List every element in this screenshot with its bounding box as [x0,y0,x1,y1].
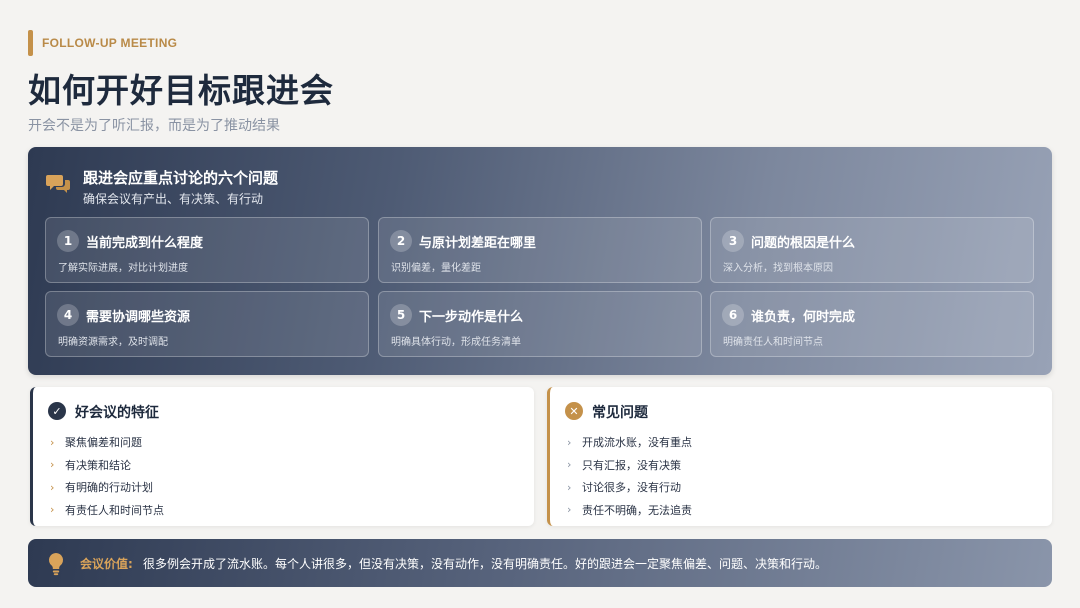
eyebrow: FOLLOW-UP MEETING [28,30,177,56]
question-title: 下一步动作是什么 [419,310,524,325]
question-desc: 了解实际进展，对比计划进度 [58,263,188,274]
list-item: › 有明确的行动计划 [50,480,153,495]
chevron-right-icon: › [567,480,572,494]
chevron-right-icon: › [50,503,55,517]
chevron-right-icon: › [567,435,572,449]
eyebrow-text: FOLLOW-UP MEETING [42,36,178,50]
question-card: 5 下一步动作是什么 明确具体行动，形成任务清单 [378,291,702,357]
question-number: 5 [390,304,412,326]
common-problems-title: 常见问题 [592,405,648,421]
question-card: 4 需要协调哪些资源 明确资源需求，及时调配 [45,291,369,357]
page-title: 如何开好目标跟进会 [28,71,334,110]
good-meeting-box: ✓ 好会议的特征 › 聚焦偏差和问题 › 有决策和结论 › 有明确的行动计划 › 有责任… [30,387,534,526]
question-number: 2 [390,230,412,252]
chevron-right-icon: › [50,458,55,472]
list-item: › 有责任人和时间节点 [50,503,164,517]
question-title: 当前完成到什么程度 [86,236,204,251]
meeting-value-text: 很多例会开成了流水账。每个人讲很多，但没有决策，没有动作，没有明确责任。好的跟进… [143,557,828,571]
chevron-right-icon: › [567,458,572,472]
question-card: 3 问题的根因是什么 深入分析，找到根本原因 [710,217,1034,283]
chat-bubbles-icon [46,175,70,193]
question-number: 1 [57,230,79,252]
list-item: › 讨论很多，没有行动 [567,480,681,495]
common-problems-list: › 开成流水账，没有重点 › 只有汇报，没有决策 › 讨论很多，没有行动 › 责任不明确… [567,431,692,521]
list-item: › 聚焦偏差和问题 [50,435,142,450]
panel-title: 跟进会应重点讨论的六个问题 [83,169,279,187]
chevron-right-icon: › [567,503,572,517]
meeting-value-label: 会议价值: [80,557,133,571]
chevron-right-icon: › [50,435,55,449]
question-number: 4 [57,304,79,326]
chevron-right-icon: › [50,480,55,494]
accent-bar [28,30,33,56]
question-title: 谁负责，何时完成 [751,310,856,325]
question-card: 1 当前完成到什么程度 了解实际进展，对比计划进度 [45,217,369,283]
question-card: 6 谁负责，何时完成 明确责任人和时间节点 [710,291,1034,357]
meeting-value-banner: 会议价值: 很多例会开成了流水账。每个人讲很多，但没有决策，没有动作，没有明确责… [28,539,1052,587]
list-item: › 只有汇报，没有决策 [567,458,681,472]
panel-subtitle: 确保会议有产出、有决策、有行动 [83,192,264,206]
question-title: 与原计划差距在哪里 [419,236,537,251]
list-item: › 开成流水账，没有重点 [567,435,692,450]
question-title: 需要协调哪些资源 [86,310,191,325]
question-card: 2 与原计划差距在哪里 识别偏差，量化差距 [378,217,702,283]
question-desc: 识别偏差，量化差距 [391,263,481,274]
list-item: › 有决策和结论 [50,458,131,472]
question-desc: 明确责任人和时间节点 [723,337,823,348]
six-questions-panel: 跟进会应重点讨论的六个问题 确保会议有产出、有决策、有行动 1 当前完成到什么程… [28,147,1052,375]
question-number: 6 [722,304,744,326]
question-desc: 深入分析，找到根本原因 [723,263,833,274]
check-circle-icon: ✓ [48,402,66,420]
list-item: › 责任不明确，无法追责 [567,503,692,517]
common-problems-box: ✕ 常见问题 › 开成流水账，没有重点 › 只有汇报，没有决策 › 讨论很多，没有行动… [547,387,1052,526]
question-desc: 明确资源需求，及时调配 [58,337,168,348]
x-circle-icon: ✕ [565,402,583,420]
question-desc: 明确具体行动，形成任务清单 [391,337,521,348]
good-meeting-title: 好会议的特征 [75,405,159,421]
question-number: 3 [722,230,744,252]
page-subtitle: 开会不是为了听汇报，而是为了推动结果 [28,118,280,134]
question-title: 问题的根因是什么 [751,236,856,251]
lightbulb-icon [48,552,64,576]
good-meeting-list: › 聚焦偏差和问题 › 有决策和结论 › 有明确的行动计划 › 有责任人和时间节点 [50,431,164,521]
